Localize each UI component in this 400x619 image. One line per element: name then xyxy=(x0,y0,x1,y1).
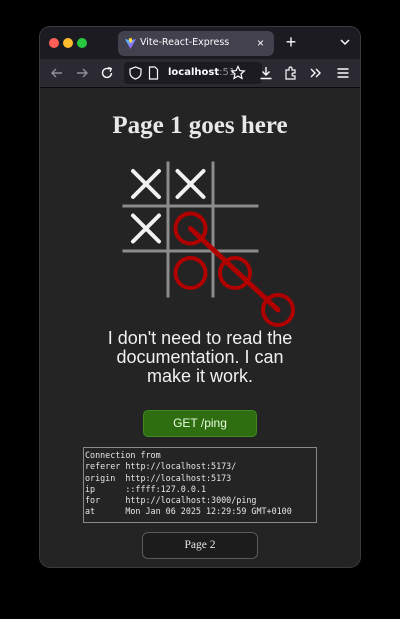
page-title: Page 1 goes here xyxy=(112,112,288,139)
connection-value: ::ffff:127.0.0.1 xyxy=(125,483,207,494)
o-mark xyxy=(173,256,208,290)
tab-title: Vite-React-Express xyxy=(140,37,230,48)
connection-key: for xyxy=(85,495,126,506)
page-content: Page 1 goes here I don't need to read th… xyxy=(40,88,360,567)
connection-key: referer xyxy=(85,461,126,472)
quote-text: I don't need to read the documentation. … xyxy=(107,328,293,386)
vite-logo-icon xyxy=(125,37,136,49)
tic-tac-toe-board[interactable] xyxy=(118,158,298,338)
connection-info-box: Connection from referer http://localhost:… xyxy=(83,447,317,523)
browser-tab[interactable]: Vite-React-Express × xyxy=(118,31,274,56)
downloads-icon[interactable] xyxy=(257,64,275,82)
connection-value: http://localhost:5173/ xyxy=(125,461,237,472)
reload-icon[interactable] xyxy=(98,64,116,82)
browser-window: Vite-React-Express × + localhost:51 Page… xyxy=(40,27,360,567)
overflow-chevrons-icon[interactable] xyxy=(307,64,325,82)
connection-value: http://localhost:5173 xyxy=(125,472,232,483)
close-tab-icon[interactable]: × xyxy=(254,37,267,50)
connection-row: referer http://localhost:5173/ xyxy=(85,461,316,472)
url-host: localhost xyxy=(168,67,220,78)
minimize-window-button[interactable] xyxy=(63,38,73,48)
x-mark xyxy=(175,169,206,199)
get-ping-button[interactable]: GET /ping xyxy=(143,410,257,437)
connection-row: ip ::ffff:127.0.0.1 xyxy=(85,484,316,495)
title-bar: Vite-React-Express × + xyxy=(40,27,360,59)
page-2-button[interactable]: Page 2 xyxy=(142,532,258,559)
hamburger-menu-icon[interactable] xyxy=(334,64,352,82)
connection-value: http://localhost:3000/ping xyxy=(125,495,257,506)
connection-row: at Mon Jan 06 2025 12:29:59 GMT+0100 xyxy=(85,506,316,517)
x-mark xyxy=(131,213,161,244)
forward-arrow-icon[interactable] xyxy=(73,64,91,82)
connection-row: for http://localhost:3000/ping xyxy=(85,495,316,506)
shield-icon[interactable] xyxy=(129,66,142,80)
navigation-toolbar: localhost:51 xyxy=(40,59,360,88)
connection-key: origin xyxy=(85,472,126,483)
connection-key: ip xyxy=(85,483,126,494)
bookmark-star-icon[interactable] xyxy=(229,64,247,82)
back-arrow-icon[interactable] xyxy=(48,64,66,82)
connection-heading: Connection from xyxy=(85,450,161,460)
close-window-button[interactable] xyxy=(49,38,59,48)
connection-value: Mon Jan 06 2025 12:29:59 GMT+0100 xyxy=(125,506,292,517)
x-mark xyxy=(131,169,161,199)
extensions-icon[interactable] xyxy=(282,64,300,82)
list-all-tabs-icon[interactable] xyxy=(338,35,352,49)
connection-key: at xyxy=(85,506,126,517)
new-tab-button[interactable]: + xyxy=(282,33,300,51)
url-text[interactable]: localhost:51 xyxy=(168,67,235,78)
maximize-window-button[interactable] xyxy=(77,38,87,48)
page-info-icon[interactable] xyxy=(148,66,159,80)
connection-row: origin http://localhost:5173 xyxy=(85,473,316,484)
